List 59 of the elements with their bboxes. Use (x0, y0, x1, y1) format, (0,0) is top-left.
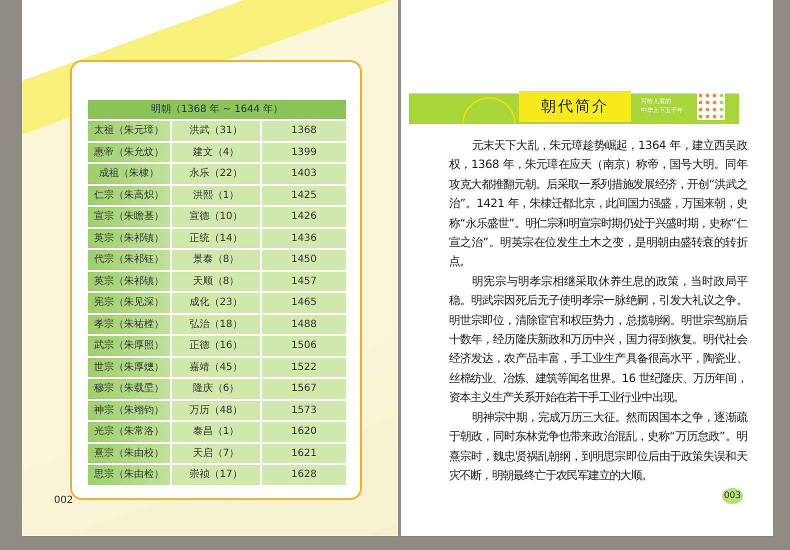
table-cell: 光宗（朱常洛） (88, 422, 170, 442)
table-cell: 英宗（朱祁镇） (88, 272, 170, 291)
table-cell: 惠帝（朱允炆） (88, 142, 170, 162)
table-cell: 洪熙（1） (172, 186, 260, 205)
table-cell: 1457 (262, 272, 346, 291)
table-cell: 永乐（22） (172, 164, 260, 184)
table-cell: 1620 (262, 422, 346, 442)
table-cell: 神宗（朱翊钧） (88, 400, 170, 420)
table-cell: 武宗（朱厚照） (88, 336, 170, 356)
table-cell: 代宗（朱祁钰） (88, 250, 170, 270)
table-cell: 宣宗（朱瞻基） (88, 207, 170, 226)
table-cell: 1368 (262, 121, 346, 140)
table-cell: 成化（23） (172, 293, 260, 312)
table-cell: 隆庆（6） (172, 379, 260, 398)
table-cell: 1506 (262, 336, 346, 356)
page-number: 003 (722, 488, 743, 504)
table-cell: 1436 (262, 228, 346, 248)
table-cell: 1628 (262, 465, 346, 484)
table-cell: 1621 (262, 444, 346, 463)
table-cell: 天顺（8） (172, 272, 260, 291)
section-title: 朝代简介 (519, 90, 631, 122)
table-cell: 建文（4） (172, 142, 260, 162)
table-cell: 弘治（18） (172, 314, 260, 334)
body-paragraph: 明神宗中期，完成万历三大征。然而因国本之争，逐渐疏于朝政，同时东林党争也带来政治混乱，史称“万历怠政”。明熹宗时，魏忠贤祸乱朝纲，到明思宗即位后由于政策失误和天灾不断，明朝最终亡于农民军建立的大顺。 (449, 408, 747, 484)
table-cell: 1450 (262, 250, 346, 270)
table-cell: 嘉靖（45） (172, 358, 260, 377)
table-cell: 崇祯（17） (172, 465, 260, 484)
table-cell: 1465 (262, 293, 346, 312)
table-cell: 穆宗（朱载垕） (88, 379, 170, 398)
table-cell: 成祖（朱棣） (88, 164, 170, 184)
dot-grid-icon (697, 92, 725, 120)
table-title: 明朝（1368 年 ~ 1644 年） (88, 100, 346, 119)
table-cell: 太祖（朱元璋） (88, 121, 170, 140)
body-paragraph: 元末天下大乱，朱元璋趁势崛起，1364 年，建立西吴政权，1368 年，朱元璋在应天（南京）称帝，国号大明。同年攻克大都推翻元朝。后采取一系列措施发展经济，开创“洪武之治”。1421 年，朱棣迁都北京，此间国力强盛，万国来朝，史称“永乐盛世”。明仁宗和明宣宗时期仍处于兴盛时期，史称“仁宣之治”。明英宗在位发生土木之变，是明朝由盛转衰的转折点。 (449, 137, 747, 270)
table-cell: 泰昌（1） (172, 422, 260, 442)
table-cell: 1567 (262, 379, 346, 398)
table-cell: 世宗（朱厚熜） (88, 358, 170, 377)
table-cell: 1425 (262, 186, 346, 205)
table-cell: 1488 (262, 314, 346, 334)
table-cell: 思宗（朱由检） (88, 465, 170, 484)
table-cell: 1426 (262, 207, 346, 226)
table-cell: 宪宗（朱见深） (88, 293, 170, 312)
body-paragraph: 明宪宗与明孝宗相继采取休养生息的政策，当时政局平稳。明武宗因死后无子使明孝宗一脉绝嗣，引发大礼议之争。明世宗即位，清除宦官和权臣势力，总揽朝纲。明世宗驾崩后十数年，经历隆庆新政和万历中兴，国力得到恢复。明代社会经济发达，农产品丰富，手工业生产具备很高水平，陶瓷业、丝棉纺业、冶炼、建筑等闻名世界。16 世纪隆庆、万历年间，资本主义生产关系开始在若干手工业行业中出现。 (449, 272, 747, 406)
table-cell: 熹宗（朱由校） (88, 444, 170, 463)
table-cell: 孝宗（朱祐樘） (88, 314, 170, 334)
table-cell: 1522 (262, 358, 346, 377)
table-cell: 正德（16） (172, 336, 260, 356)
table-cell: 天启（7） (172, 444, 260, 463)
table-cell: 1399 (262, 142, 346, 162)
page-number: 002 (54, 495, 74, 506)
table-cell: 正统（14） (172, 228, 260, 248)
table-cell: 1573 (262, 400, 346, 420)
table-cell: 宣德（10） (172, 207, 260, 226)
table-cell: 仁宗（朱高炽） (88, 186, 170, 205)
table-cell: 万历（48） (172, 400, 260, 420)
table-cell: 洪武（31） (172, 121, 260, 140)
table-cell: 英宗（朱祁镇） (88, 228, 170, 248)
table-cell: 1403 (262, 164, 346, 184)
table-cell: 景泰（8） (172, 250, 260, 270)
